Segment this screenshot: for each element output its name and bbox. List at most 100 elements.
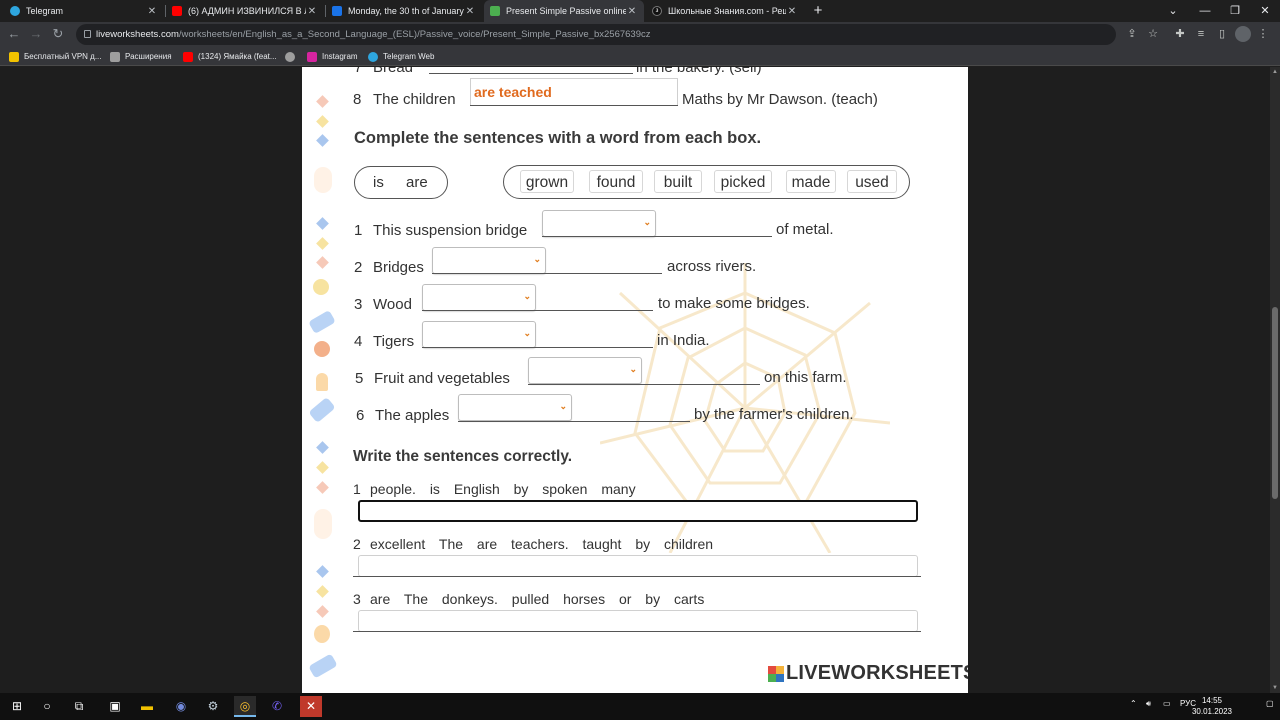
answer-dropdown-2[interactable]: ⌄	[432, 247, 546, 274]
new-tab-button[interactable]: +	[809, 2, 827, 20]
sentence-input-1[interactable]	[358, 500, 918, 522]
answer-dropdown-3[interactable]: ⌄	[422, 284, 536, 311]
section-heading: Write the sentences correctly.	[353, 448, 573, 465]
maximize-button[interactable]: ❐	[1220, 0, 1250, 22]
side-panel-icon[interactable]: ▯	[1214, 26, 1230, 42]
scrambled-words: excellent The are teachers. taught by ch…	[370, 536, 714, 552]
tab-znanija[interactable]: з Школьные Знания.com - Решаю ✕	[646, 0, 804, 22]
bookmark-globe[interactable]	[285, 50, 300, 63]
sweet-decoration	[313, 279, 329, 295]
chevron-down-icon: ⌄	[523, 291, 531, 301]
tab-present-simple-passive[interactable]: Present Simple Passive online ac ✕	[484, 0, 644, 22]
search-icon[interactable]: ○	[36, 696, 58, 717]
tray-chevron-icon[interactable]: ⌃	[1130, 699, 1137, 708]
word-chip-built: built	[654, 170, 702, 193]
candy-corn-decoration	[316, 373, 328, 391]
menu-icon[interactable]: ⋮	[1255, 26, 1271, 42]
close-window-button[interactable]: ✕	[1250, 0, 1280, 22]
sentence-input-2[interactable]	[358, 555, 918, 577]
network-icon[interactable]: ▭	[1163, 699, 1171, 708]
chrome-icon[interactable]: ◎	[234, 696, 256, 717]
item-number: 2	[353, 536, 361, 552]
close-icon[interactable]: ✕	[146, 6, 158, 17]
minimize-button[interactable]: —	[1190, 0, 1220, 22]
telegram-icon	[10, 6, 20, 16]
tab-title: (6) АДМИН ИЗВИНИЛСЯ В ЛИЧ	[188, 6, 306, 16]
bookmark-instagram[interactable]: Instagram	[307, 50, 358, 63]
share-icon[interactable]: ⇪	[1124, 26, 1140, 42]
sentence-start: Bridges	[373, 259, 424, 276]
page-scrollbar[interactable]: ▲ ▼	[1270, 67, 1280, 693]
item-number: 8	[353, 91, 362, 108]
discord-icon[interactable]: ◉	[170, 696, 192, 717]
item-number: 1	[353, 481, 361, 497]
tab-telegram[interactable]: Telegram ✕	[4, 0, 164, 22]
candy-decoration	[308, 396, 336, 424]
sentence-input-3[interactable]	[358, 610, 918, 632]
tab-search-icon[interactable]: ⌄	[1158, 0, 1188, 22]
answer-blank	[458, 421, 690, 422]
bookmark-youtube[interactable]: (1324) Ямайка (feat...	[183, 50, 277, 63]
address-bar[interactable]: liveworksheets.com/worksheets/en/English…	[76, 24, 1116, 45]
file-explorer-icon[interactable]: ▬	[136, 696, 158, 717]
scrollbar-thumb[interactable]	[1272, 307, 1278, 499]
bookmark-vpn[interactable]: Бесплатный VPN д...	[9, 50, 102, 63]
liveworksheets-logo[interactable]: LIVEWORKSHEETS	[768, 662, 968, 685]
close-icon[interactable]: ✕	[464, 6, 476, 17]
bookmark-label: Расширения	[125, 52, 172, 61]
chevron-down-icon: ⌄	[533, 254, 541, 264]
sentence-start: Fruit and vegetables	[374, 370, 510, 387]
app-icon[interactable]: ▣	[104, 696, 126, 717]
close-icon[interactable]: ✕	[786, 6, 798, 17]
answer-dropdown-6[interactable]: ⌄	[458, 394, 572, 421]
diamond-decoration	[316, 134, 329, 147]
windows-start-icon[interactable]: ⊞	[6, 696, 28, 717]
bookmark-extensions[interactable]: Расширения	[110, 50, 172, 63]
clock-time: 14:55	[1201, 696, 1222, 705]
browser-toolbar: ← → ↻ liveworksheets.com/worksheets/en/E…	[0, 22, 1280, 47]
word-chip-used: used	[847, 170, 897, 193]
back-button[interactable]: ←	[5, 25, 23, 43]
answer-dropdown-5[interactable]: ⌄	[528, 357, 642, 384]
bookmark-telegram-web[interactable]: Telegram Web	[368, 50, 434, 63]
clock[interactable]: 14:55 30.01.2023	[1192, 695, 1232, 717]
logo-icon	[768, 665, 784, 682]
viber-icon[interactable]: ✆	[266, 696, 288, 717]
sentence-end: Maths by Mr Dawson. (teach)	[682, 91, 878, 108]
app-red-icon[interactable]: ✕	[300, 696, 322, 717]
chevron-down-icon: ⌄	[559, 401, 567, 411]
vpn-icon	[9, 51, 19, 62]
bookmark-label: Бесплатный VPN д...	[24, 52, 102, 61]
tab-title: Monday, the 30 th of January. Cl	[348, 6, 464, 16]
profile-avatar[interactable]	[1235, 26, 1251, 42]
item-number: 6	[356, 407, 365, 424]
word-are: are	[406, 174, 428, 191]
answer-dropdown-1[interactable]: ⌄	[542, 210, 656, 237]
scrambled-words: people. is English by spoken many	[370, 481, 636, 497]
logo-text: LIVEWORKSHEETS	[786, 662, 968, 684]
znanija-icon: з	[652, 6, 662, 16]
answer-dropdown-4[interactable]: ⌄	[422, 321, 536, 348]
scroll-up-icon[interactable]: ▲	[1270, 67, 1280, 77]
sentence-start: Tigers	[373, 333, 415, 350]
scroll-down-icon[interactable]: ▼	[1270, 683, 1280, 693]
steam-icon[interactable]: ⚙	[202, 696, 224, 717]
star-icon[interactable]: ☆	[1145, 26, 1161, 42]
notification-icon[interactable]: ▢	[1266, 699, 1274, 708]
tab-title: Telegram	[26, 6, 64, 16]
url-path: /worksheets/en/English_as_a_Second_Langu…	[178, 29, 651, 40]
candy-decoration	[308, 653, 338, 679]
task-view-icon[interactable]: ⧉	[68, 696, 90, 717]
close-icon[interactable]: ✕	[306, 6, 318, 17]
answer-input-8[interactable]: are teached	[470, 78, 678, 106]
reload-button[interactable]: ↻	[49, 25, 67, 43]
close-icon[interactable]: ✕	[626, 6, 638, 17]
reading-list-icon[interactable]: ≡	[1193, 26, 1209, 42]
worksheet: 7 Bread in the bakery. (sell) 8 The chil…	[302, 67, 968, 693]
tab-youtube[interactable]: (6) АДМИН ИЗВИНИЛСЯ В ЛИЧ ✕	[166, 0, 324, 22]
speaker-icon[interactable]: 🔊︎	[1146, 699, 1151, 709]
diamond-decoration	[316, 481, 329, 494]
tab-monday[interactable]: Monday, the 30 th of January. Cl ✕	[326, 0, 482, 22]
forward-button[interactable]: →	[27, 25, 45, 43]
extensions-icon[interactable]: ✚	[1172, 26, 1188, 42]
